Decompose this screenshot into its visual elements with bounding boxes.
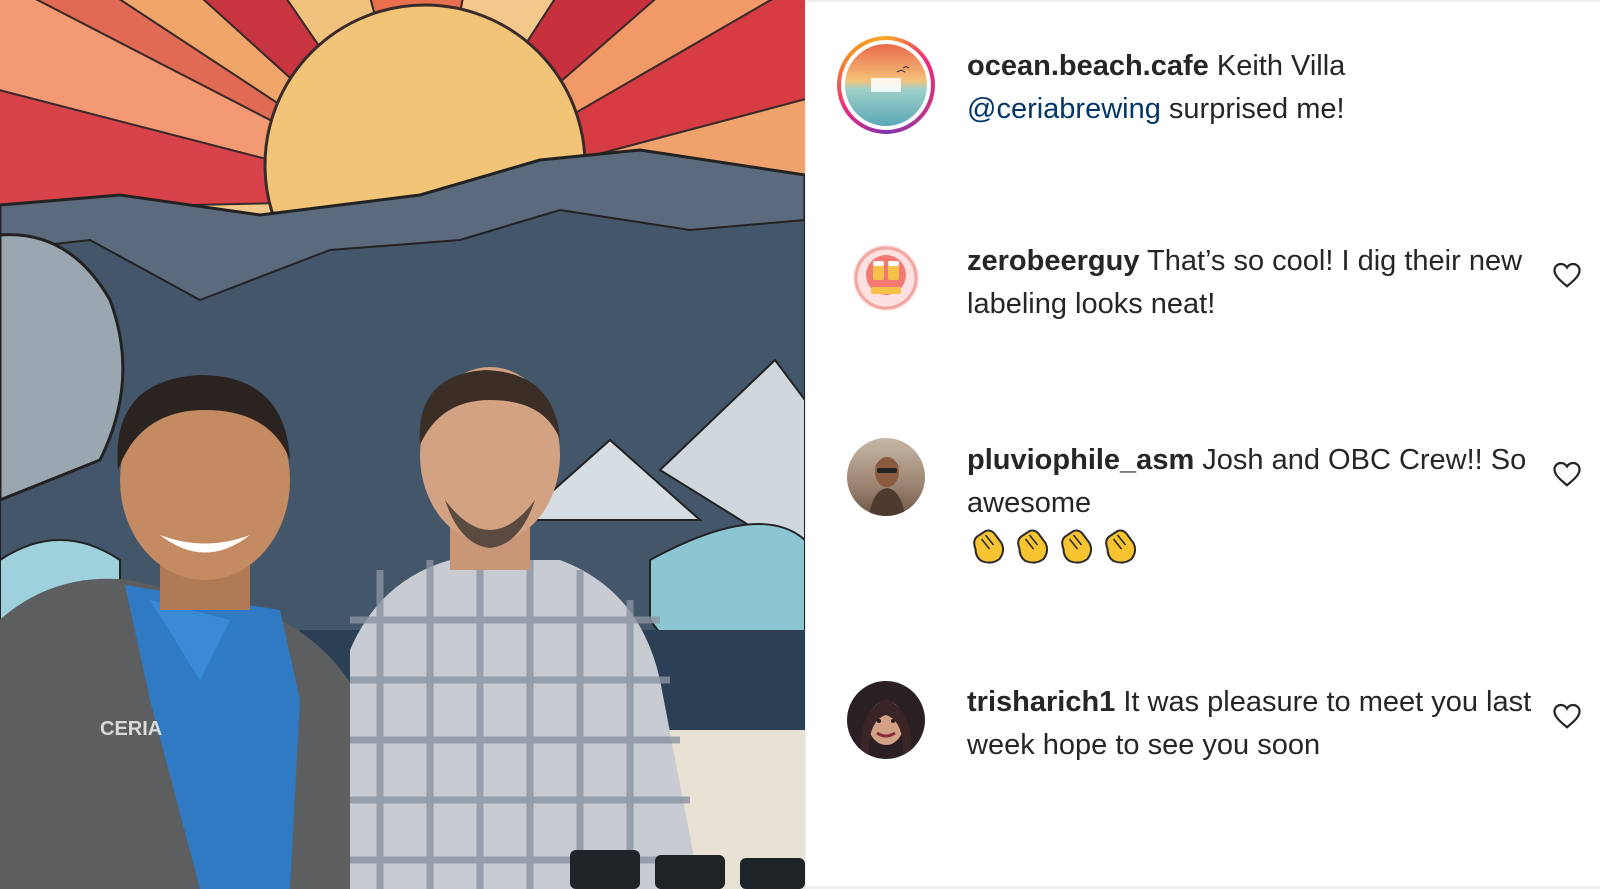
zerobeerguy-avatar-icon[interactable] bbox=[847, 239, 925, 317]
post-photo[interactable]: CERIA bbox=[0, 0, 805, 889]
comment-username[interactable]: trisharich1 bbox=[967, 686, 1115, 718]
trisharich1-avatar-icon[interactable] bbox=[847, 681, 925, 759]
profile-photo-icon bbox=[847, 438, 925, 516]
clapping-hands-icon bbox=[1055, 527, 1096, 565]
beer-mugs-badge-icon bbox=[847, 239, 925, 317]
ocean-beach-cafe-avatar-icon[interactable] bbox=[845, 44, 927, 126]
jacket-logo: CERIA bbox=[100, 718, 162, 740]
comment-text: trisharich1 It was pleasure to meet you … bbox=[967, 681, 1537, 767]
pluviophile-asm-avatar-icon[interactable] bbox=[847, 438, 925, 516]
comments-panel: ocean.beach.cafe Keith Villa @ceriabrewi… bbox=[805, 0, 1600, 889]
story-ring[interactable] bbox=[837, 36, 935, 134]
caption-mention-link[interactable]: @ceriabrewing bbox=[967, 93, 1161, 125]
caption-username[interactable]: ocean.beach.cafe bbox=[967, 50, 1209, 82]
profile-photo-icon bbox=[847, 681, 925, 759]
mural-photo: CERIA bbox=[0, 0, 805, 889]
clapping-hands-icon bbox=[1099, 527, 1140, 565]
comment-text: pluviophile_asm Josh and OBC Crew!! So a… bbox=[967, 439, 1537, 565]
like-comment-heart-icon[interactable] bbox=[1552, 260, 1582, 290]
comment-username[interactable]: pluviophile_asm bbox=[967, 444, 1194, 476]
clapping-hands-icon bbox=[1011, 527, 1052, 565]
comment-username[interactable]: zerobeerguy bbox=[967, 245, 1139, 277]
sunset-logo-icon bbox=[845, 44, 927, 126]
like-comment-heart-icon[interactable] bbox=[1552, 701, 1582, 731]
comment-text: zerobeerguy That’s so cool! I dig their … bbox=[967, 240, 1537, 326]
like-comment-heart-icon[interactable] bbox=[1552, 459, 1582, 489]
caption-body-end: surprised me! bbox=[1160, 93, 1345, 125]
clapping-hands-icon bbox=[967, 527, 1008, 565]
clapping-hands-emoji-row bbox=[967, 527, 1537, 565]
caption-body: Keith Villa bbox=[1208, 50, 1346, 82]
caption-text: ocean.beach.cafe Keith Villa @ceriabrewi… bbox=[967, 45, 1537, 131]
